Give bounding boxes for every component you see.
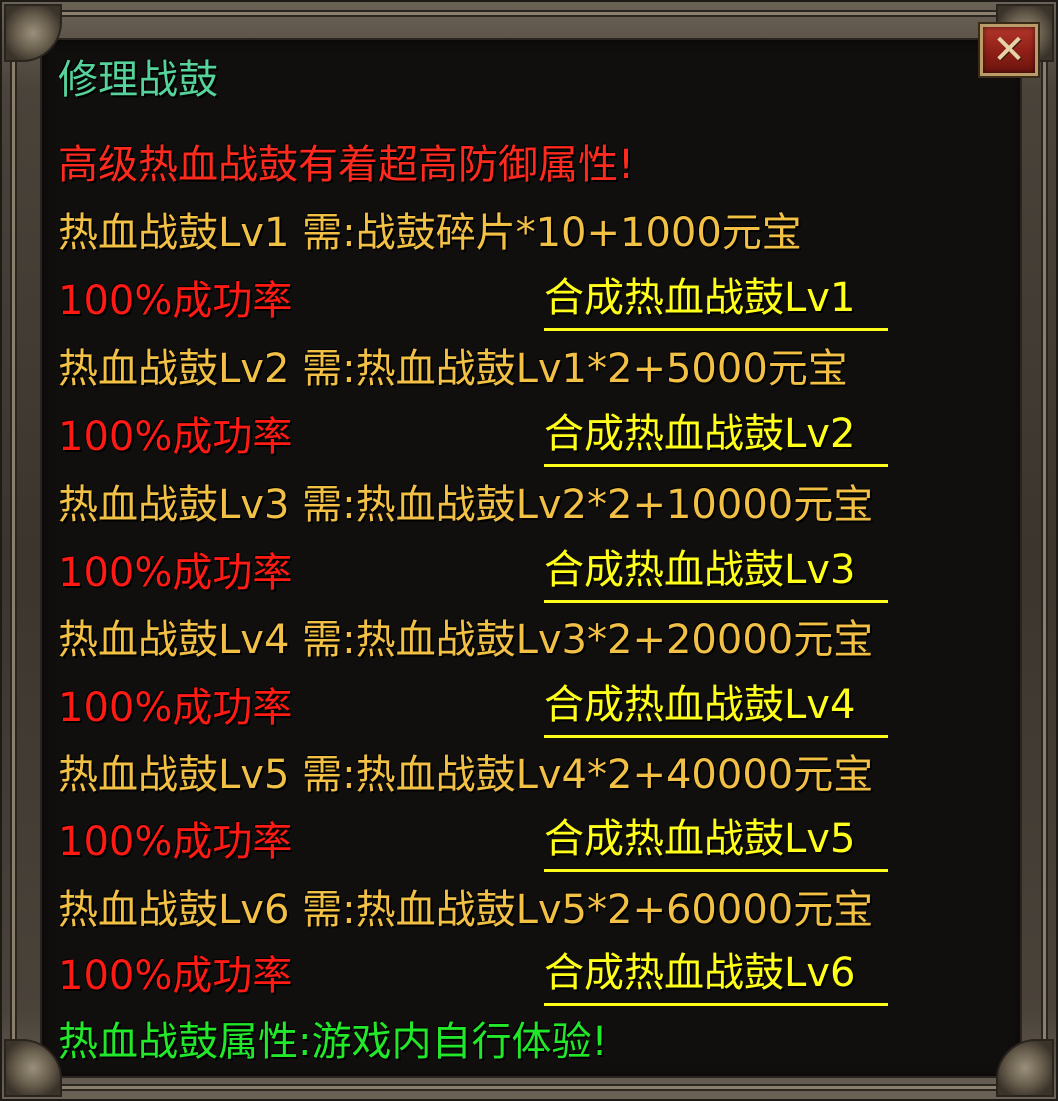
recipe-requirement-lv1: 热血战鼓Lv1 需:战鼓碎片*10+1000元宝 (58, 210, 802, 256)
success-rate-lv5: 100%成功率 (58, 819, 293, 865)
synthesize-lv6-link[interactable]: 合成热血战鼓Lv6 (544, 946, 888, 1006)
dialog-title: 修理战鼓 (58, 57, 218, 103)
synthesize-lv4-link[interactable]: 合成热血战鼓Lv4 (544, 678, 888, 738)
synthesize-lv2-link[interactable]: 合成热血战鼓Lv2 (544, 407, 888, 467)
recipe-requirement-lv5: 热血战鼓Lv5 需:热血战鼓Lv4*2+40000元宝 (58, 752, 874, 798)
footer-note: 热血战鼓属性:游戏内自行体验! (58, 1019, 608, 1065)
recipe-requirement-lv3: 热血战鼓Lv3 需:热血战鼓Lv2*2+10000元宝 (58, 482, 874, 528)
close-icon: ✕ (992, 27, 1026, 73)
recipe-requirement-lv6: 热血战鼓Lv6 需:热血战鼓Lv5*2+60000元宝 (58, 887, 874, 933)
subtitle-text: 高级热血战鼓有着超高防御属性! (58, 142, 635, 188)
recipe-requirement-lv4: 热血战鼓Lv4 需:热血战鼓Lv3*2+20000元宝 (58, 617, 874, 663)
close-button[interactable]: ✕ (980, 24, 1038, 76)
synthesize-lv5-link[interactable]: 合成热血战鼓Lv5 (544, 812, 888, 872)
success-rate-lv1: 100%成功率 (58, 278, 293, 324)
synthesize-lv1-link[interactable]: 合成热血战鼓Lv1 (544, 271, 888, 331)
synthesize-lv3-link[interactable]: 合成热血战鼓Lv3 (544, 543, 888, 603)
success-rate-lv4: 100%成功率 (58, 685, 293, 731)
recipe-requirement-lv2: 热血战鼓Lv2 需:热血战鼓Lv1*2+5000元宝 (58, 346, 848, 392)
success-rate-lv2: 100%成功率 (58, 414, 293, 460)
success-rate-lv3: 100%成功率 (58, 550, 293, 596)
success-rate-lv6: 100%成功率 (58, 953, 293, 999)
